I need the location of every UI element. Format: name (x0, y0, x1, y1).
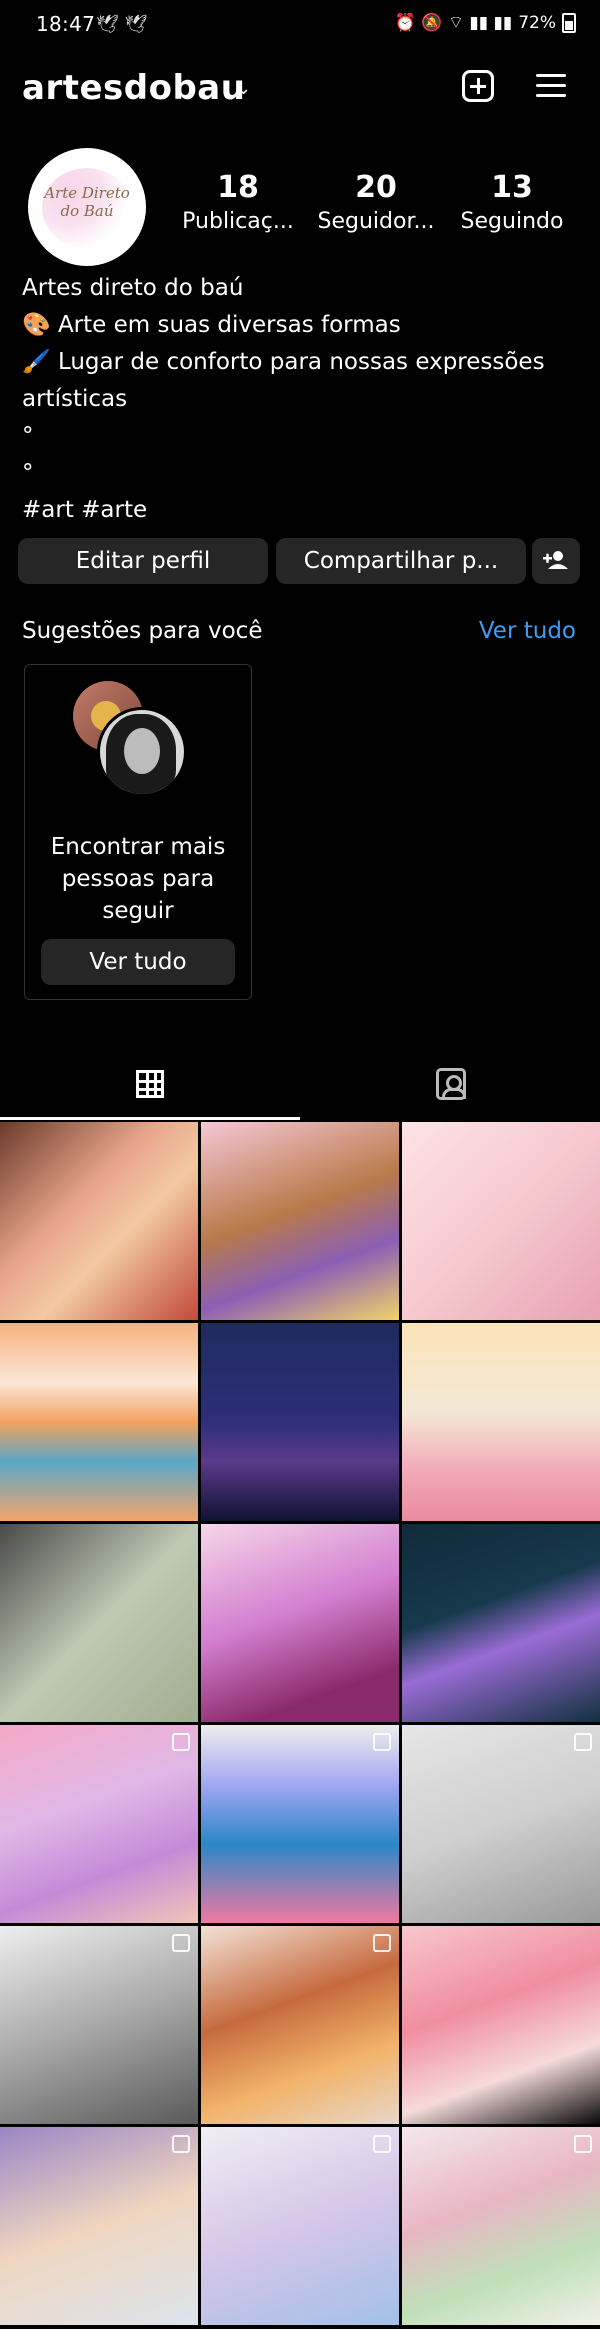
grid-post[interactable] (201, 1725, 399, 1923)
menu-icon[interactable] (536, 72, 570, 100)
battery-icon (562, 12, 576, 33)
stat-value: 13 (491, 170, 533, 205)
suggested-avatar (97, 707, 187, 797)
avatar-logo-text: Arte Direto do Baú (44, 184, 130, 220)
stat-posts[interactable]: 18 Publicaç... (172, 170, 304, 234)
carousel-icon (574, 2135, 592, 2153)
grid-post[interactable] (402, 1323, 600, 1521)
grid-post[interactable] (0, 1725, 198, 1923)
notification-icons: 🕊 🕊 (96, 14, 148, 35)
discover-people-button[interactable] (532, 538, 580, 584)
carousel-icon (172, 1934, 190, 1952)
suggestion-see-all-button[interactable]: Ver tudo (41, 939, 235, 985)
bio-hashtags[interactable]: #art #arte (22, 492, 582, 529)
bio-line: ° (22, 460, 34, 486)
bio-line: ° (22, 423, 34, 449)
grid-post[interactable] (201, 1926, 399, 2124)
carousel-icon (373, 1733, 391, 1751)
tab-posts[interactable] (0, 1054, 300, 1120)
stat-label: Publicaç... (182, 209, 294, 234)
carousel-icon (172, 2135, 190, 2153)
suggestion-card-text: Encontrar mais pessoas para seguir (50, 834, 226, 924)
grid-post[interactable] (402, 2127, 600, 2325)
profile-header: artesdobau ⌄ (0, 60, 600, 120)
suggestions-title: Sugestões para você (22, 618, 263, 644)
suggestions-see-all-link[interactable]: Ver tudo (479, 618, 576, 644)
stat-following[interactable]: 13 Seguindo (448, 170, 576, 234)
share-profile-button[interactable]: Compartilhar p... (276, 538, 526, 584)
status-icons: ⏰ 🔕 ⌔ ▮▮ ▮▮ 72% (395, 12, 576, 33)
carousel-icon (172, 1733, 190, 1751)
profile-tabs (0, 1054, 600, 1120)
grid-icon (136, 1070, 164, 1098)
battery-percent: 72% (518, 12, 556, 33)
bio-line: Artes direto do baú (22, 275, 244, 301)
suggestion-card: Encontrar mais pessoas para seguir Ver t… (24, 664, 252, 1000)
grid-post[interactable] (201, 1323, 399, 1521)
create-post-button[interactable] (462, 70, 494, 102)
carousel-icon (373, 1934, 391, 1952)
stat-value: 20 (355, 170, 397, 205)
bio-line: 🖌️ Lugar de conforto para nossas express… (22, 349, 545, 412)
grid-post[interactable] (0, 1524, 198, 1722)
grid-post[interactable] (201, 2127, 399, 2325)
edit-profile-button[interactable]: Editar perfil (18, 538, 268, 584)
profile-bio: Artes direto do baú 🎨 Arte em suas diver… (22, 270, 582, 529)
stat-label: Seguidor... (317, 209, 435, 234)
stat-label: Seguindo (460, 209, 564, 234)
grid-post[interactable] (0, 1926, 198, 2124)
stat-followers[interactable]: 20 Seguidor... (310, 170, 442, 234)
grid-post[interactable] (402, 1122, 600, 1320)
tab-indicator (0, 1117, 300, 1120)
grid-post[interactable] (0, 1323, 198, 1521)
username[interactable]: artesdobau (22, 68, 245, 108)
carousel-icon (574, 1733, 592, 1751)
grid-post[interactable] (402, 1926, 600, 2124)
grid-post[interactable] (402, 1524, 600, 1722)
tagged-icon (436, 1068, 466, 1100)
stat-value: 18 (217, 170, 259, 205)
grid-post[interactable] (402, 1725, 600, 1923)
carousel-icon (373, 2135, 391, 2153)
grid-post[interactable] (0, 2127, 198, 2325)
status-bar: 18:47 🕊 🕊 ⏰ 🔕 ⌔ ▮▮ ▮▮ 72% (0, 0, 600, 52)
avatar[interactable]: Arte Direto do Baú (28, 148, 146, 266)
grid-post[interactable] (0, 1122, 198, 1320)
tab-tagged[interactable] (300, 1054, 600, 1120)
grid-post[interactable] (201, 1122, 399, 1320)
add-person-icon (543, 551, 568, 569)
grid-post[interactable] (201, 1524, 399, 1722)
chevron-down-icon[interactable]: ⌄ (236, 78, 251, 99)
signal-icons: ⏰ 🔕 ⌔ ▮▮ ▮▮ (394, 13, 513, 33)
bio-line: 🎨 Arte em suas diversas formas (22, 312, 401, 338)
status-time: 18:47 (36, 12, 96, 36)
